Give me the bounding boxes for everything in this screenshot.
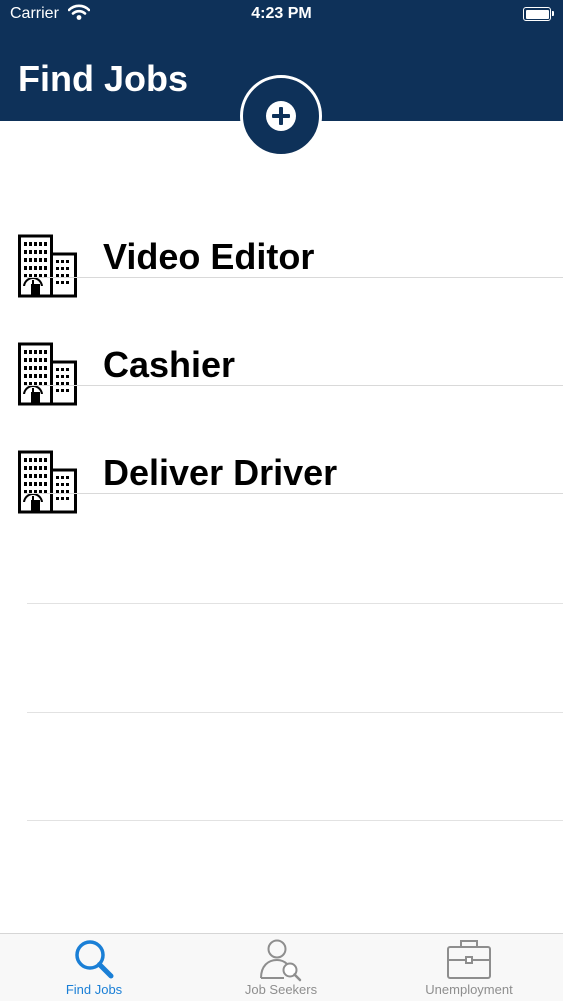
briefcase-icon bbox=[447, 940, 491, 979]
empty-row-separator bbox=[27, 603, 563, 604]
tab-find-jobs[interactable]: Find Jobs bbox=[20, 934, 168, 1001]
plus-circle-icon bbox=[266, 101, 296, 131]
tab-bar: Find Jobs Job Seekers Unemployment bbox=[0, 933, 563, 1001]
page-title: Find Jobs bbox=[18, 58, 188, 99]
job-title: Cashier bbox=[103, 344, 236, 385]
empty-row-separator bbox=[27, 712, 563, 713]
tab-label: Unemployment bbox=[425, 982, 513, 997]
job-row-video-editor[interactable]: Video Editor bbox=[0, 170, 563, 298]
building-icon bbox=[18, 450, 77, 514]
tab-label: Job Seekers bbox=[244, 982, 318, 997]
status-bar: Carrier 4:23 PM bbox=[0, 0, 563, 30]
add-job-button[interactable] bbox=[240, 75, 322, 157]
status-time: 4:23 PM bbox=[251, 5, 312, 22]
tab-unemployment[interactable]: Unemployment bbox=[394, 934, 544, 1001]
job-row-deliver-driver[interactable]: Deliver Driver bbox=[0, 386, 563, 514]
row-separator bbox=[24, 493, 563, 494]
tab-label: Find Jobs bbox=[65, 982, 123, 997]
battery-icon bbox=[523, 7, 554, 21]
search-icon bbox=[75, 940, 114, 979]
job-title: Video Editor bbox=[103, 236, 315, 277]
job-row-cashier[interactable]: Cashier bbox=[0, 278, 563, 406]
tab-job-seekers[interactable]: Job Seekers bbox=[207, 934, 355, 1001]
job-title: Deliver Driver bbox=[103, 452, 338, 493]
person-search-icon bbox=[260, 939, 302, 982]
empty-row-separator bbox=[27, 820, 563, 821]
